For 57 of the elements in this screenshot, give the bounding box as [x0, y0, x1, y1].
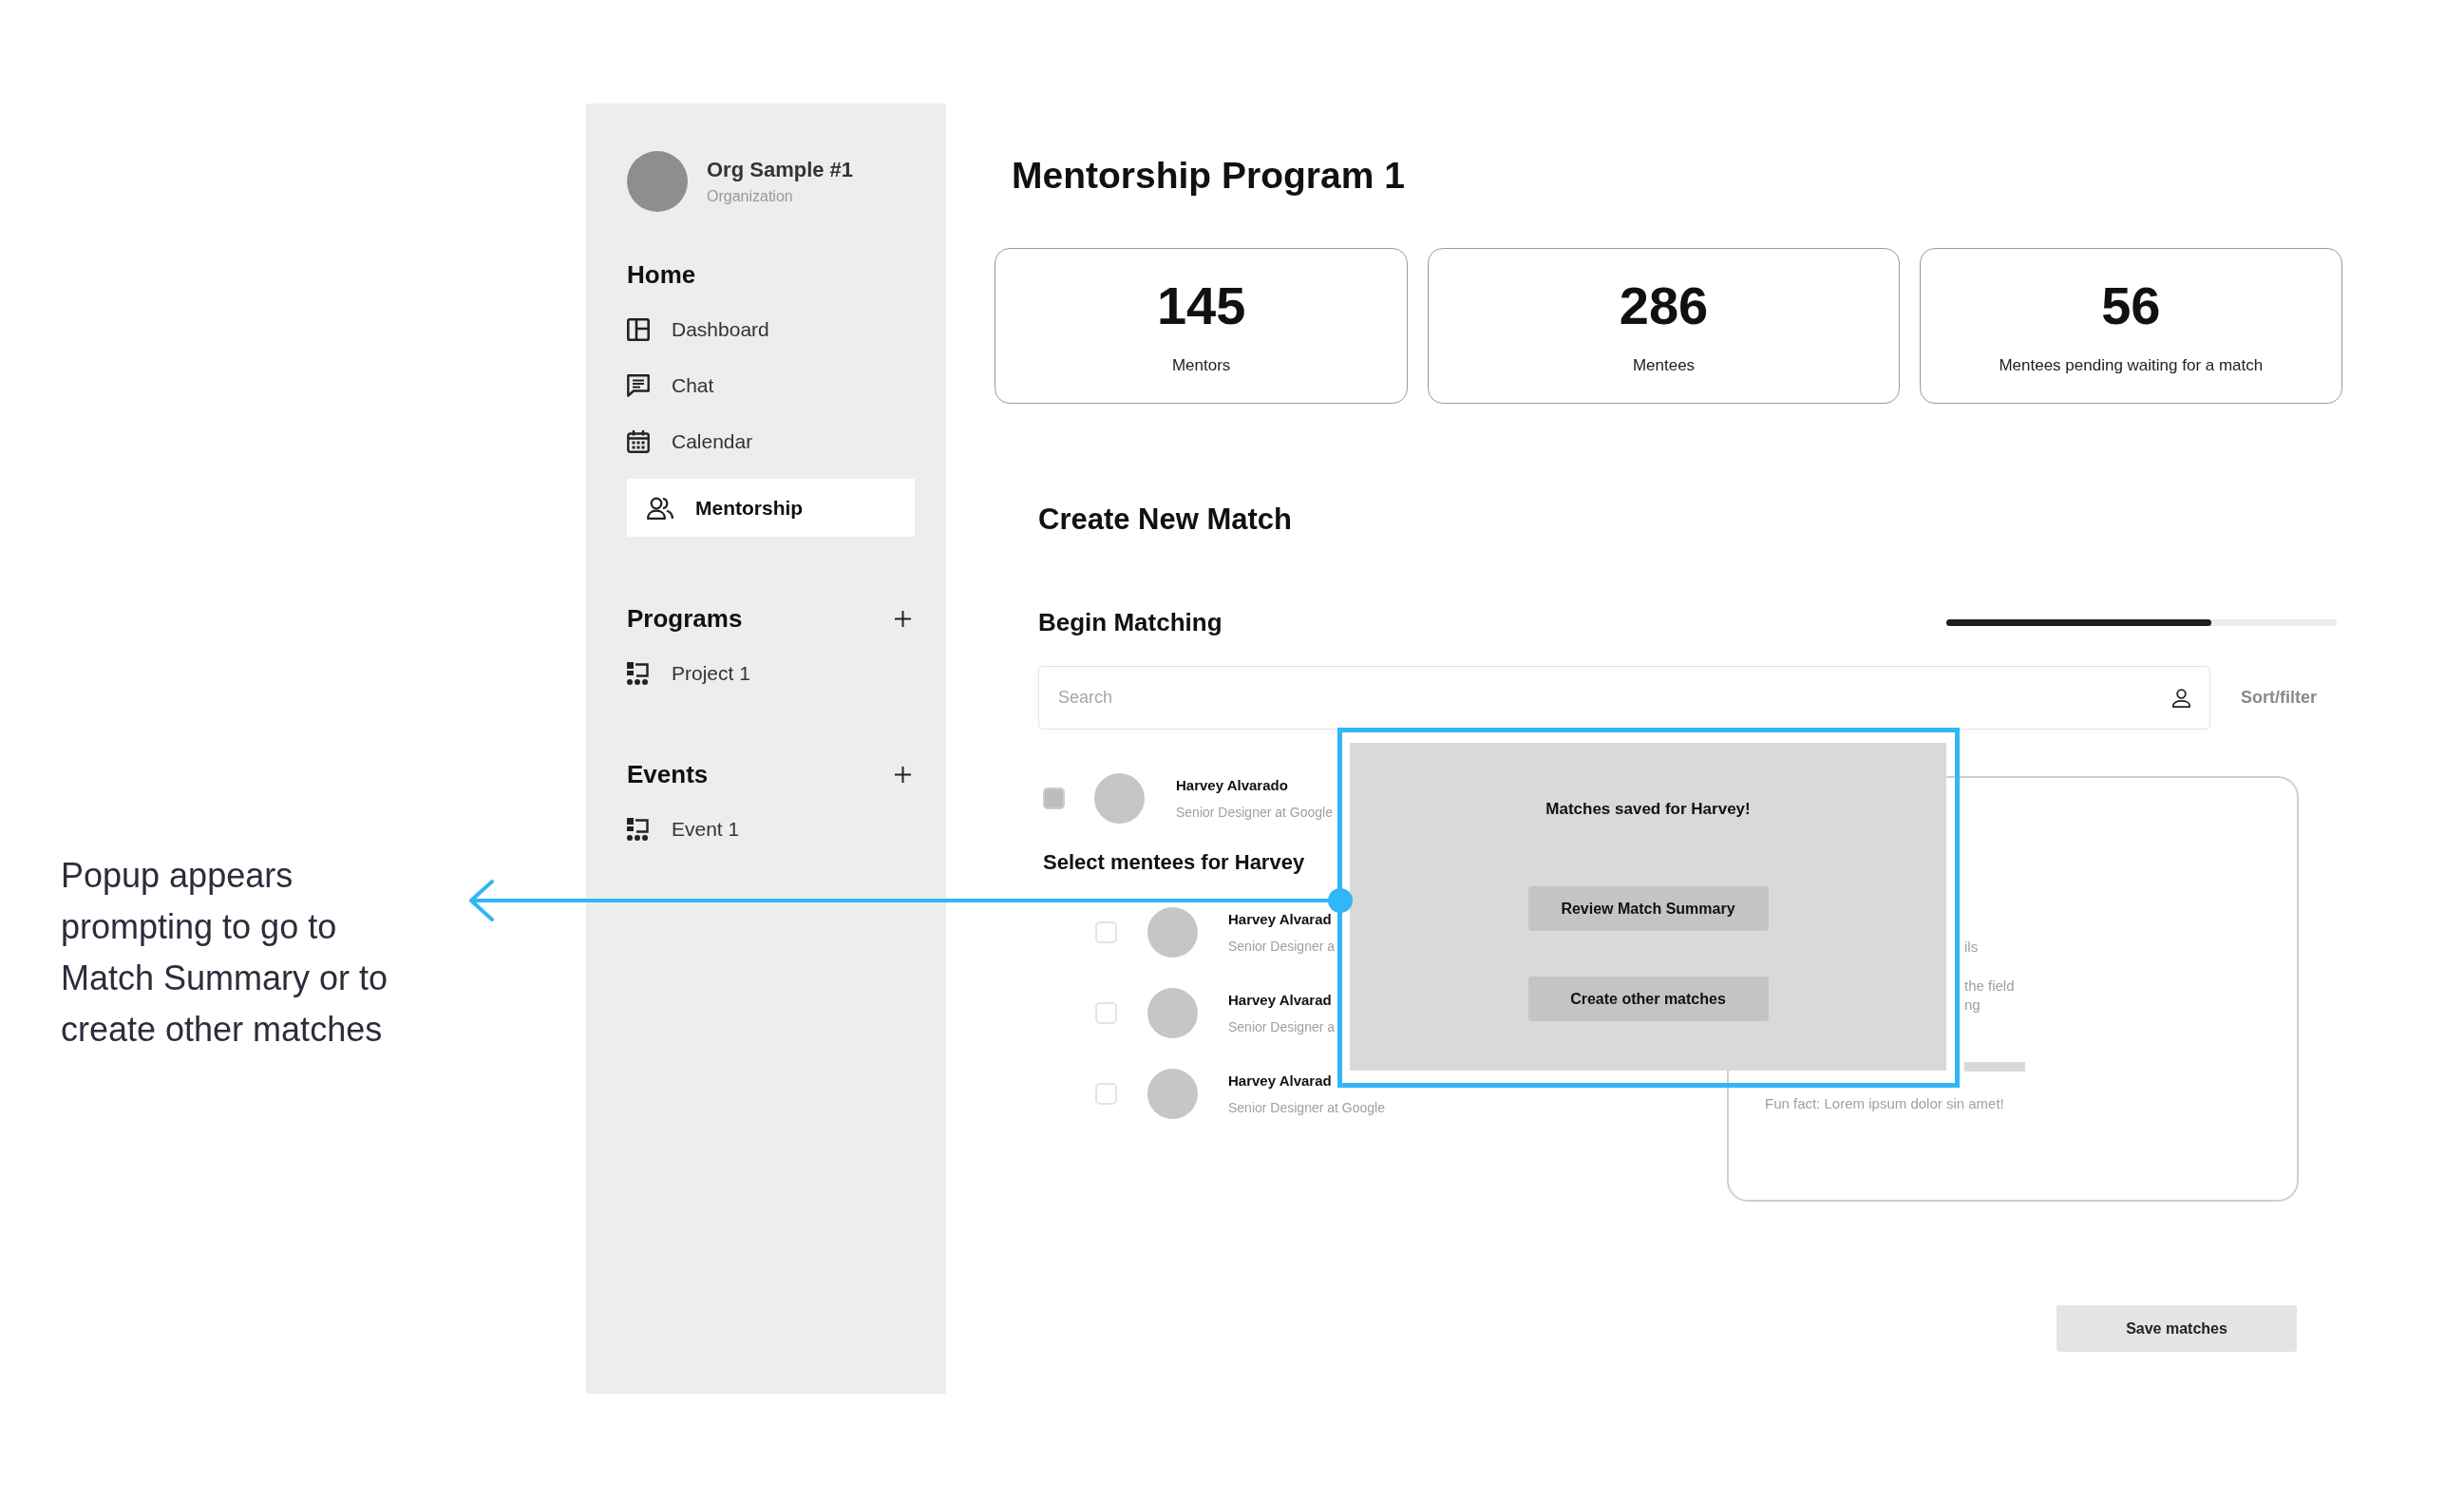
divider-bar: [1964, 1062, 2025, 1072]
section-title: Create New Match: [1038, 502, 1293, 538]
list-dots-icon: [627, 662, 650, 685]
person-icon: [2172, 689, 2190, 708]
person-name: Harvey Alvarad: [1228, 1072, 1332, 1090]
person-name: Harvey Alvarad: [1228, 910, 1332, 928]
checkbox[interactable]: [1043, 787, 1065, 809]
person-name: Harvey Alvarado: [1176, 776, 1288, 794]
person-title: Senior Designer a: [1228, 937, 1336, 955]
card-text: ng: [1964, 996, 1981, 1015]
sidebar-item[interactable]: Project 1: [627, 655, 915, 693]
stat-label: Mentors: [1171, 355, 1231, 376]
avatar: [1147, 988, 1198, 1038]
person-title: Senior Designer at Google: [1228, 1098, 1385, 1116]
section-heading: Home: [627, 259, 696, 290]
checkbox[interactable]: [1095, 921, 1117, 943]
stat-value: 286: [1619, 275, 1709, 336]
people-icon: [647, 496, 673, 520]
search-field[interactable]: Search: [1038, 666, 2210, 730]
sidebar-item[interactable]: Calendar: [627, 423, 915, 461]
org-type: Organization: [707, 188, 793, 205]
page-title: Mentorship Program 1: [1012, 154, 1405, 198]
card-text: ils: [1964, 938, 1979, 957]
avatar: [1147, 907, 1198, 958]
fun-fact-text: Fun fact: Lorem ipsum dolor sin amet!: [1765, 1094, 2004, 1113]
person-name: Harvey Alvarad: [1228, 991, 1332, 1009]
avatar: [1147, 1069, 1198, 1119]
sidebar-item[interactable]: Dashboard: [627, 311, 915, 349]
sidebar-item[interactable]: Event 1: [627, 810, 915, 848]
dashboard-icon: [627, 318, 650, 341]
list-dots-icon: [627, 818, 650, 841]
chat-icon: [627, 374, 650, 397]
sidebar-item[interactable]: Mentorship: [627, 479, 915, 537]
avatar: [1094, 773, 1145, 824]
checkbox[interactable]: [1095, 1002, 1117, 1024]
stat-value: 56: [2101, 275, 2161, 336]
stat-value: 145: [1156, 275, 1246, 336]
person-title: Senior Designer a: [1228, 1017, 1336, 1035]
plus-icon[interactable]: [895, 766, 911, 783]
section-heading: Events: [627, 759, 709, 789]
plus-icon[interactable]: [895, 610, 911, 627]
popup-button[interactable]: Create other matches: [1527, 977, 1769, 1021]
card-text: the field: [1964, 977, 2015, 996]
sidebar-item[interactable]: Chat: [627, 367, 915, 405]
stat-label: Mentees: [1632, 355, 1696, 376]
annotation-text: Popup appears prompting to go to Match Summary or to create other matches: [61, 855, 389, 1051]
list-heading: Select mentees for Harvey: [1043, 849, 1305, 876]
step-title: Begin Matching: [1038, 607, 1223, 637]
checkbox[interactable]: [1095, 1083, 1117, 1105]
org-name: Org Sample #1: [707, 158, 854, 182]
save-button[interactable]: Save matches: [2056, 1305, 2297, 1352]
calendar-icon: [627, 430, 650, 453]
person-title: Senior Designer at Google: [1176, 803, 1333, 821]
stat-label: Mentees pending waiting for a match: [1999, 355, 2264, 376]
popup-message: Matches saved for Harvey!: [1545, 799, 1751, 820]
section-heading: Programs: [627, 603, 743, 634]
popup-button[interactable]: Review Match Summary: [1527, 886, 1769, 931]
